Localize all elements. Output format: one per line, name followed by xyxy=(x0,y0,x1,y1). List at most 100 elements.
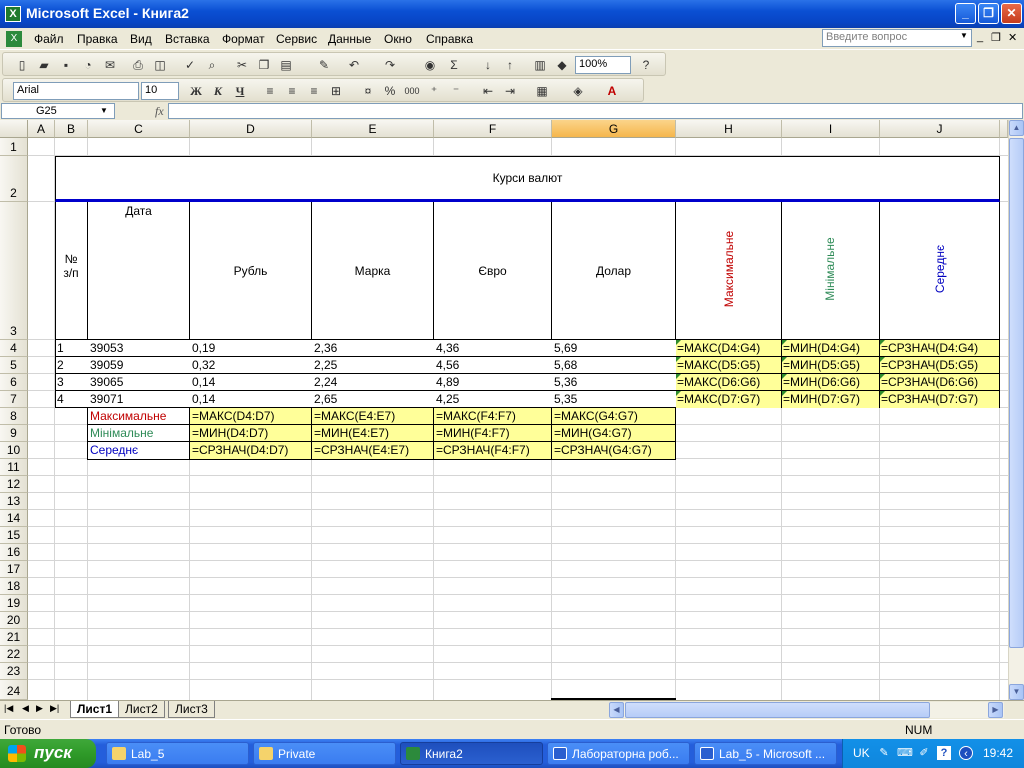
cell-e6[interactable]: 2,24 xyxy=(312,375,433,390)
row-header-16[interactable]: 16 xyxy=(0,544,28,561)
ask-question-input[interactable]: Введите вопрос ▼ xyxy=(822,29,972,47)
italic-button[interactable]: К xyxy=(209,82,227,100)
pen-icon[interactable]: ✐ xyxy=(917,746,931,760)
cell-d8[interactable]: =МАКС(D4:D7) xyxy=(190,409,311,424)
new-document-icon[interactable]: ▯ xyxy=(13,56,31,74)
zoom-select[interactable]: 100% xyxy=(575,56,631,74)
keyboard-icon[interactable]: ⌨ xyxy=(897,746,913,760)
percent-button[interactable]: % xyxy=(381,82,399,100)
cell-d5[interactable]: 0,32 xyxy=(190,358,311,373)
task-lab5-folder[interactable]: Lab_5 xyxy=(106,742,249,765)
cell-b7[interactable]: 4 xyxy=(55,392,87,407)
task-private-folder[interactable]: Private xyxy=(253,742,396,765)
tools-icon[interactable]: ✎ xyxy=(877,746,891,760)
menu-file[interactable]: Файл xyxy=(34,32,64,46)
error-indicator-icon[interactable] xyxy=(880,391,885,396)
error-indicator-icon[interactable] xyxy=(880,357,885,362)
close-button[interactable]: ✕ xyxy=(1001,3,1022,24)
cell-e4[interactable]: 2,36 xyxy=(312,341,433,356)
cell-g7[interactable]: 5,35 xyxy=(552,392,675,407)
currency-icon[interactable]: ¤ xyxy=(359,82,377,100)
row-header-11[interactable]: 11 xyxy=(0,459,28,476)
increase-decimal-icon[interactable]: ⁺ xyxy=(425,82,443,100)
redo-icon[interactable]: ↷ xyxy=(381,56,399,74)
scroll-left-icon[interactable]: ◀ xyxy=(609,702,624,718)
row-header-18[interactable]: 18 xyxy=(0,578,28,595)
cell-c7[interactable]: 39071 xyxy=(88,392,189,407)
cell-j6[interactable]: =СРЗНАЧ(D6:G6) xyxy=(880,375,999,390)
cell-h6[interactable]: =МАКС(D6:G6) xyxy=(676,375,781,390)
worksheet-grid[interactable]: A B C D E F G H I J 1 2 3 4 5 6 7 8 9 10… xyxy=(0,120,1008,700)
spelling-icon[interactable]: ✓ xyxy=(181,56,199,74)
error-indicator-icon[interactable] xyxy=(676,374,681,379)
cell-c5[interactable]: 39059 xyxy=(88,358,189,373)
row-header-1[interactable]: 1 xyxy=(0,138,28,156)
format-painter-icon[interactable]: ✎ xyxy=(315,56,333,74)
cell-f9[interactable]: =МИН(F4:F7) xyxy=(434,426,551,441)
cell-c8[interactable]: Максимальне xyxy=(88,409,189,424)
cell-g5[interactable]: 5,68 xyxy=(552,358,675,373)
cell-i7[interactable]: =МИН(D7:G7) xyxy=(782,392,879,407)
cell-g4[interactable]: 5,69 xyxy=(552,341,675,356)
error-indicator-icon[interactable] xyxy=(880,340,885,345)
row-header-10[interactable]: 10 xyxy=(0,442,28,459)
scroll-up-icon[interactable]: ▲ xyxy=(1009,120,1024,136)
workbook-icon[interactable]: X xyxy=(6,31,22,47)
mdi-close-button[interactable]: ✕ xyxy=(1008,31,1017,44)
task-word-lab[interactable]: Лабораторна роб... xyxy=(547,742,690,765)
tab-sheet2[interactable]: Лист2 xyxy=(118,701,165,718)
row-header-14[interactable]: 14 xyxy=(0,510,28,527)
name-box[interactable]: G25 ▼ xyxy=(1,103,115,119)
column-header-e[interactable]: E xyxy=(312,120,434,138)
chart-wizard-icon[interactable]: ▥ xyxy=(531,56,549,74)
row-header-2[interactable]: 2 xyxy=(0,156,28,202)
column-header-g[interactable]: G xyxy=(552,120,676,138)
row-header-21[interactable]: 21 xyxy=(0,629,28,646)
cell-c10[interactable]: Середнє xyxy=(88,443,189,458)
last-sheet-icon[interactable]: ▶| xyxy=(50,703,59,714)
chevron-down-icon[interactable]: ▼ xyxy=(958,31,970,45)
cell-f6[interactable]: 4,89 xyxy=(434,375,551,390)
row-header-9[interactable]: 9 xyxy=(0,425,28,442)
decrease-indent-icon[interactable]: ⇤ xyxy=(479,82,497,100)
cell-e8[interactable]: =МАКС(E4:E7) xyxy=(312,409,433,424)
error-indicator-icon[interactable] xyxy=(782,391,787,396)
cell-f5[interactable]: 4,56 xyxy=(434,358,551,373)
font-name-select[interactable]: Arial xyxy=(13,82,139,100)
error-indicator-icon[interactable] xyxy=(782,357,787,362)
cell-f10[interactable]: =СРЗНАЧ(F4:F7) xyxy=(434,443,551,458)
cell-f8[interactable]: =МАКС(F4:F7) xyxy=(434,409,551,424)
vertical-scrollbar[interactable]: ▲ ▼ xyxy=(1008,120,1024,700)
cell-i4[interactable]: =МИН(D4:G4) xyxy=(782,341,879,356)
fill-color-icon[interactable]: ◈ xyxy=(569,82,587,100)
cell-j7[interactable]: =СРЗНАЧ(D7:G7) xyxy=(880,392,999,407)
row-header-8[interactable]: 8 xyxy=(0,408,28,425)
cell-c9[interactable]: Мінімальне xyxy=(88,426,189,441)
cell-g6[interactable]: 5,36 xyxy=(552,375,675,390)
cell-e7[interactable]: 2,65 xyxy=(312,392,433,407)
cell-i6[interactable]: =МИН(D6:G6) xyxy=(782,375,879,390)
insert-function-icon[interactable]: fx xyxy=(155,104,164,119)
autosum-icon[interactable]: Σ xyxy=(445,56,463,74)
column-header-f[interactable]: F xyxy=(434,120,552,138)
title-cell-merged[interactable]: Курси валют xyxy=(55,156,1000,202)
cell-f4[interactable]: 4,36 xyxy=(434,341,551,356)
cell-e10[interactable]: =СРЗНАЧ(E4:E7) xyxy=(312,443,433,458)
error-indicator-icon[interactable] xyxy=(676,340,681,345)
mdi-minimize-button[interactable]: _ xyxy=(977,31,983,43)
menu-view[interactable]: Вид xyxy=(130,32,152,46)
cell-d6[interactable]: 0,14 xyxy=(190,375,311,390)
decrease-decimal-icon[interactable]: ⁻ xyxy=(447,82,465,100)
horizontal-scroll-thumb[interactable] xyxy=(625,702,930,718)
formula-input[interactable] xyxy=(168,103,1023,119)
cell-d10[interactable]: =СРЗНАЧ(D4:D7) xyxy=(190,443,311,458)
task-excel-book[interactable]: Книга2 xyxy=(400,742,543,765)
next-sheet-icon[interactable]: ▶ xyxy=(36,703,43,714)
menu-tools[interactable]: Сервис xyxy=(276,32,317,46)
tab-sheet1[interactable]: Лист1 xyxy=(70,701,120,718)
cell-e9[interactable]: =МИН(E4:E7) xyxy=(312,426,433,441)
row-header-23[interactable]: 23 xyxy=(0,663,28,680)
language-indicator[interactable]: UK xyxy=(853,746,870,760)
cut-icon[interactable]: ✂ xyxy=(233,56,251,74)
cell-e5[interactable]: 2,25 xyxy=(312,358,433,373)
